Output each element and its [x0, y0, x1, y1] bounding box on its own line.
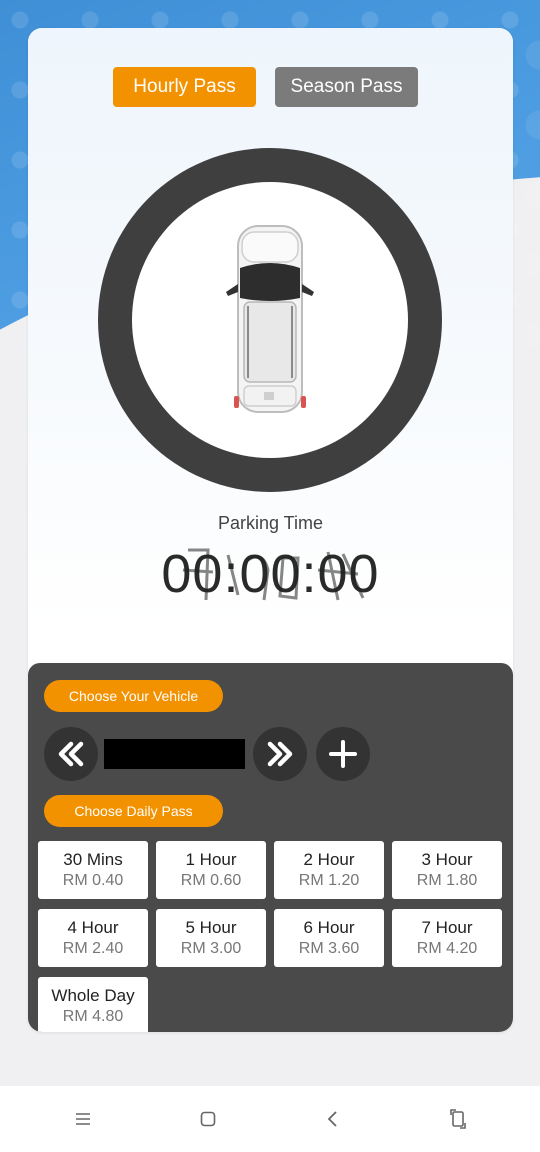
pass-title: 7 Hour — [421, 918, 473, 937]
pass-price: RM 4.20 — [416, 940, 478, 957]
ring-inner — [132, 182, 408, 458]
nav-back-button[interactable] — [313, 1099, 353, 1139]
tab-hourly-pass[interactable]: Hourly Pass — [113, 67, 256, 107]
pass-option[interactable]: 1 Hour RM 0.60 — [156, 841, 266, 899]
pass-price: RM 1.20 — [298, 872, 360, 889]
pass-price: RM 2.40 — [62, 940, 124, 957]
pass-option[interactable]: Whole Day RM 4.80 — [38, 977, 148, 1032]
prev-vehicle-button[interactable] — [44, 727, 98, 781]
choose-daily-pass-label[interactable]: Choose Daily Pass — [44, 795, 223, 827]
back-chevron-icon — [327, 1111, 337, 1127]
plus-icon — [329, 740, 357, 768]
parking-time-label: Parking Time — [217, 513, 324, 533]
daily-pass-grid: 30 Mins RM 0.40 1 Hour RM 0.60 2 Hour RM… — [38, 841, 503, 1032]
pass-title: Whole Day — [51, 986, 135, 1005]
car-image — [226, 225, 314, 413]
pass-option[interactable]: 7 Hour RM 4.20 — [392, 909, 502, 967]
system-nav-bar — [0, 1086, 540, 1152]
nav-menu-button[interactable] — [63, 1099, 103, 1139]
double-chevron-left-icon — [58, 741, 84, 767]
pass-option[interactable]: 30 Mins RM 0.40 — [38, 841, 148, 899]
pass-price: RM 3.00 — [180, 940, 242, 957]
nav-home-button[interactable] — [188, 1099, 228, 1139]
pass-option[interactable]: 4 Hour RM 2.40 — [38, 909, 148, 967]
pass-title: 2 Hour — [303, 850, 355, 869]
pass-title: 6 Hour — [303, 918, 355, 937]
pass-price: RM 3.60 — [298, 940, 360, 957]
parking-ring — [98, 148, 442, 492]
pass-option[interactable]: 6 Hour RM 3.60 — [274, 909, 384, 967]
parking-timer: 00:00:00 — [161, 544, 380, 604]
pass-option[interactable]: 3 Hour RM 1.80 — [392, 841, 502, 899]
menu-icon — [75, 1113, 90, 1125]
pass-title: 30 Mins — [63, 850, 123, 869]
choose-vehicle-label[interactable]: Choose Your Vehicle — [44, 680, 223, 712]
pass-title: 5 Hour — [185, 918, 237, 937]
tab-season-pass[interactable]: Season Pass — [275, 67, 418, 107]
next-vehicle-button[interactable] — [253, 727, 307, 781]
pass-option[interactable]: 2 Hour RM 1.20 — [274, 841, 384, 899]
rotate-icon — [449, 1109, 466, 1129]
pass-price: RM 4.80 — [62, 1008, 124, 1025]
home-square-icon — [200, 1111, 215, 1127]
pass-tabs: Hourly Pass Season Pass — [113, 67, 418, 107]
pass-title: 1 Hour — [185, 850, 237, 869]
pass-price: RM 1.80 — [416, 872, 478, 889]
pass-title: 3 Hour — [421, 850, 473, 869]
pass-title: 4 Hour — [67, 918, 119, 937]
vehicle-plate-redacted — [104, 739, 245, 769]
pass-option[interactable]: 5 Hour RM 3.00 — [156, 909, 266, 967]
pass-price: RM 0.40 — [62, 872, 124, 889]
pass-price: RM 0.60 — [180, 872, 242, 889]
nav-rotate-button[interactable] — [438, 1099, 478, 1139]
main-card: Hourly Pass Season Pass Parking Time 00:… — [28, 28, 513, 1032]
double-chevron-right-icon — [267, 741, 293, 767]
vehicle-panel: Choose Your Vehicle Choose Daily Pass 30… — [28, 663, 513, 1032]
add-vehicle-button[interactable] — [316, 727, 370, 781]
